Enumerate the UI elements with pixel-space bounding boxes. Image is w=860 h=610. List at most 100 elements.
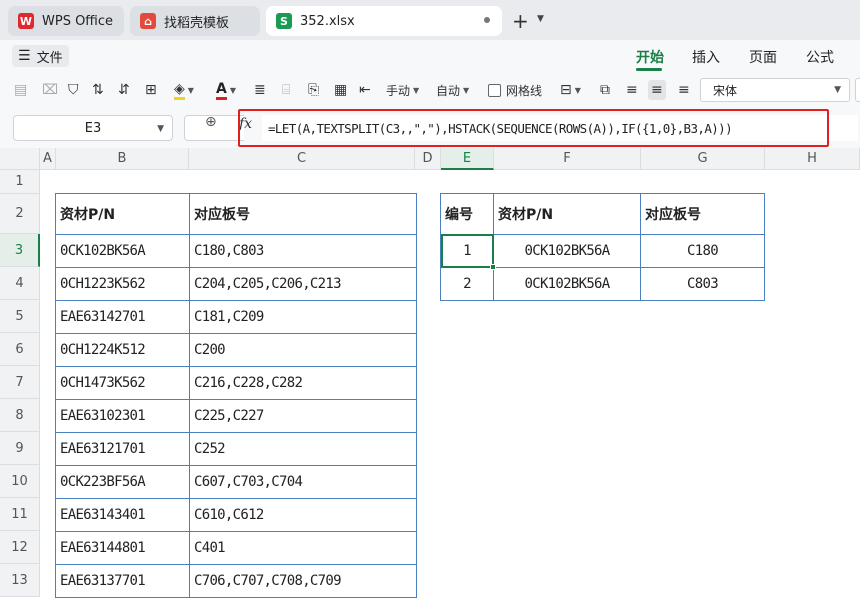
zoom-icon[interactable]: ⊕	[205, 114, 217, 130]
chevron-down-icon: ▼	[834, 85, 841, 95]
column-header-f[interactable]: F	[494, 148, 641, 170]
table-row: 0CH1224K512 C200	[55, 333, 417, 367]
cell-board-number[interactable]: C252	[189, 432, 417, 466]
spreadsheet-s-icon: S	[276, 13, 292, 29]
cell-part-number[interactable]: EAE63143401	[55, 498, 190, 532]
format-painter-icon[interactable]: ⌧	[42, 80, 58, 100]
select-all-corner[interactable]	[0, 148, 40, 170]
chevron-down-icon[interactable]: ▼	[537, 14, 544, 24]
cell-part-number[interactable]: 0CK223BF56A	[55, 465, 190, 499]
cell-board-number[interactable]: C225,C227	[189, 399, 417, 433]
cell-part-number[interactable]: 0CH1473K562	[55, 366, 190, 400]
cell-board-number[interactable]: C180	[640, 234, 765, 268]
cell-board-number[interactable]: C803	[640, 267, 765, 301]
sort-icon[interactable]: ⇅	[92, 80, 104, 100]
row-header-6[interactable]: 6	[0, 333, 40, 366]
cell-index[interactable]: 2	[440, 267, 494, 301]
paste-icon[interactable]: ▤	[14, 80, 27, 100]
cell-part-number[interactable]: 0CH1223K562	[55, 267, 190, 301]
freeze-icon[interactable]: ⇤	[359, 80, 371, 100]
conditional-format-icon[interactable]: ⧉	[600, 80, 610, 100]
new-tab-plus-icon[interactable]: +	[512, 9, 529, 33]
sort-desc-icon[interactable]: ⇵	[118, 80, 130, 100]
cell-board-number[interactable]: C200	[189, 333, 417, 367]
cell-part-number[interactable]: EAE63137701	[55, 564, 190, 598]
cell-format-icon[interactable]: ⊟ ▼	[560, 80, 581, 100]
column-header-g[interactable]: G	[641, 148, 765, 170]
align-center-icon[interactable]: ≡	[648, 80, 666, 100]
column-header-a[interactable]: A	[40, 148, 56, 170]
gridlines-toggle[interactable]: 网格线	[488, 80, 542, 100]
cell-board-number[interactable]: C180,C803	[189, 234, 417, 268]
font-color-icon[interactable]: A ▼	[216, 80, 236, 100]
row-header-7[interactable]: 7	[0, 366, 40, 399]
font-size-select[interactable]	[855, 78, 860, 102]
cell-part-number[interactable]: 0CK102BK56A	[493, 267, 641, 301]
menu-tab-insert[interactable]: 插入	[692, 47, 720, 67]
header-cell-part-number[interactable]: 资材P/N	[493, 193, 641, 235]
tab-close-icon[interactable]	[484, 17, 490, 23]
fill-handle[interactable]	[490, 264, 496, 270]
tab-wps-office[interactable]: W WPS Office	[8, 6, 124, 36]
row-header-10[interactable]: 10	[0, 465, 40, 498]
formula-highlight-box	[238, 109, 829, 147]
row-header-2[interactable]: 2	[0, 194, 40, 234]
borders-icon[interactable]: ⊞	[145, 80, 157, 100]
cell-board-number[interactable]: C181,C209	[189, 300, 417, 334]
cell-board-number[interactable]: C216,C228,C282	[189, 366, 417, 400]
column-header-c[interactable]: C	[189, 148, 415, 170]
chevron-down-icon: ▼	[157, 124, 164, 134]
cell-board-number[interactable]: C607,C703,C704	[189, 465, 417, 499]
row-header-8[interactable]: 8	[0, 399, 40, 432]
header-cell-board-number[interactable]: 对应板号	[189, 193, 417, 235]
align-icon[interactable]: ≣	[254, 80, 266, 100]
file-menu-button[interactable]: ☰ 文件	[12, 45, 69, 67]
menu-tab-page[interactable]: 页面	[749, 47, 777, 67]
insert-icon[interactable]: ⎘	[308, 80, 319, 100]
header-cell-index[interactable]: 编号	[440, 193, 494, 235]
table-style-icon[interactable]: ▦	[334, 80, 347, 100]
column-header-e[interactable]: E	[441, 148, 494, 170]
row-header-9[interactable]: 9	[0, 432, 40, 465]
wps-logo-icon: W	[18, 13, 34, 29]
cell-part-number[interactable]: EAE63144801	[55, 531, 190, 565]
fill-color-icon[interactable]: ◈ ▼	[174, 80, 194, 100]
table-header-row: 编号 资材P/N 对应板号	[440, 193, 765, 235]
cell-board-number[interactable]: C706,C707,C708,C709	[189, 564, 417, 598]
cell-part-number[interactable]: EAE63142701	[55, 300, 190, 334]
cell-board-number[interactable]: C401	[189, 531, 417, 565]
cell-part-number[interactable]: 0CK102BK56A	[55, 234, 190, 268]
merge-icon[interactable]: ⌸	[282, 80, 290, 100]
cell-board-number[interactable]: C610,C612	[189, 498, 417, 532]
tab-352-xlsx[interactable]: S 352.xlsx	[266, 6, 502, 36]
menu-tab-formula[interactable]: 公式	[806, 47, 834, 67]
column-header-d[interactable]: D	[415, 148, 441, 170]
header-cell-part-number[interactable]: 资材P/N	[55, 193, 190, 235]
align-right-icon[interactable]: ≡	[678, 80, 690, 100]
name-box[interactable]: E3 ▼	[13, 115, 173, 141]
filter-icon[interactable]: ⛉	[68, 80, 79, 100]
column-header-b[interactable]: B	[56, 148, 189, 170]
font-family-select[interactable]: 宋体 ▼	[700, 78, 850, 102]
cell-part-number[interactable]: 0CH1224K512	[55, 333, 190, 367]
row-header-12[interactable]: 12	[0, 531, 40, 564]
table-row: 0CH1223K562 C204,C205,C206,C213	[55, 267, 417, 301]
menu-tab-home[interactable]: 开始	[636, 47, 664, 67]
row-header-13[interactable]: 13	[0, 564, 40, 597]
row-header-1[interactable]: 1	[0, 170, 40, 194]
row-header-5[interactable]: 5	[0, 300, 40, 333]
manual-calc-button[interactable]: 手动 ▼	[386, 80, 419, 100]
gridlines-checkbox[interactable]	[488, 83, 501, 97]
cell-part-number[interactable]: EAE63121701	[55, 432, 190, 466]
cell-board-number[interactable]: C204,C205,C206,C213	[189, 267, 417, 301]
auto-calc-button[interactable]: 自动 ▼	[436, 80, 469, 100]
cell-part-number[interactable]: 0CK102BK56A	[493, 234, 641, 268]
tab-docer-templates[interactable]: ⌂ 找稻壳模板	[130, 6, 260, 36]
row-header-3[interactable]: 3	[0, 234, 40, 267]
row-header-11[interactable]: 11	[0, 498, 40, 531]
row-header-4[interactable]: 4	[0, 267, 40, 300]
align-left-icon[interactable]: ≡	[626, 80, 638, 100]
column-header-h[interactable]: H	[765, 148, 860, 170]
cell-part-number[interactable]: EAE63102301	[55, 399, 190, 433]
header-cell-board-number[interactable]: 对应板号	[640, 193, 765, 235]
